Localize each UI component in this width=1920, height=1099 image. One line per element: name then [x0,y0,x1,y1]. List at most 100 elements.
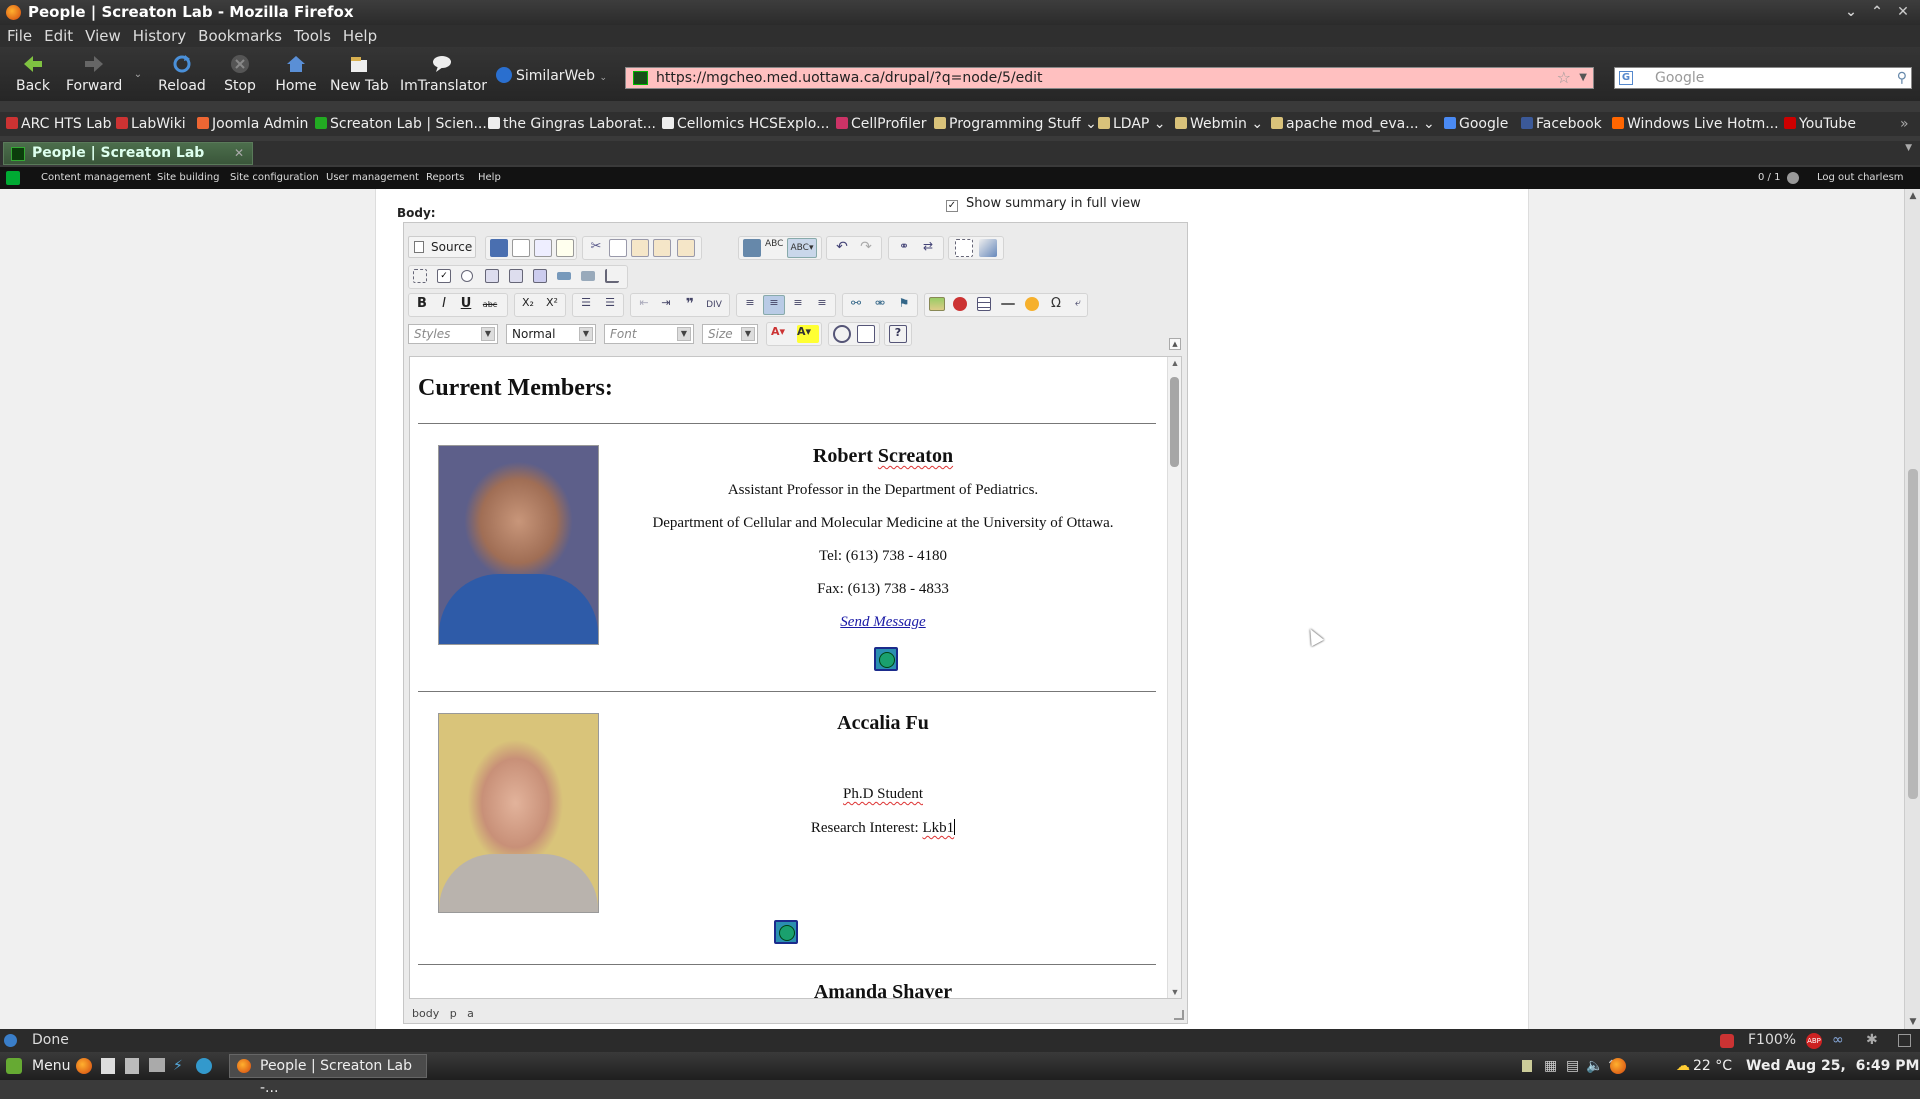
menu-tools[interactable]: Tools [289,25,336,47]
checkbox-icon[interactable]: ✓ [437,269,451,283]
admin-site-configuration[interactable]: Site configuration [230,167,319,189]
page-scrollbar-thumb[interactable] [1908,469,1918,799]
find-icon[interactable]: ⚭ [895,239,913,257]
addon-icon[interactable] [1720,1034,1734,1048]
background-color-icon[interactable]: A▾ [797,325,819,343]
menu-history[interactable]: History [128,25,191,47]
underline-icon[interactable]: U [457,296,475,314]
back-to-top-icon[interactable] [774,920,798,944]
site-identity-icon[interactable] [633,71,648,85]
tab-people-screaton-lab[interactable]: People | Screaton Lab ✕ [3,142,253,165]
subscript-icon[interactable]: X₂ [519,296,537,314]
numbered-list-icon[interactable]: ☰ [577,296,595,314]
show-blocks-icon[interactable] [857,325,875,343]
clock[interactable]: Wed Aug 25, 6:49 PM [1746,1052,1919,1080]
logout-link[interactable]: Log out charlesm [1817,167,1904,189]
special-char-icon[interactable]: Ω [1047,296,1065,314]
print-icon[interactable] [743,239,761,257]
menu-file[interactable]: File [2,25,37,47]
unlink-icon[interactable]: ⚮ [871,296,889,314]
outdent-icon[interactable]: ⇤ [635,296,653,314]
smiley-icon[interactable] [1025,297,1039,311]
member-photo-robert-screaton[interactable] [438,445,599,645]
italic-icon[interactable]: I [435,296,453,314]
bookmark-cellomics[interactable]: Cellomics HCSExplo... [662,112,829,136]
back-to-top-icon[interactable] [874,647,898,671]
spellcheck-icon[interactable]: ABC [765,239,783,257]
page-break-icon[interactable]: ⤶ [1069,296,1087,314]
bookmark-folder-programming[interactable]: Programming Stuff ⌄ [934,112,1097,136]
undo-icon[interactable]: ↶ [833,239,851,257]
resize-handle[interactable] [1174,1010,1184,1020]
paste-text-icon[interactable] [653,239,671,257]
similarweb-button[interactable]: SimilarWeb ⌄ [496,67,608,113]
drupal-home-icon[interactable] [6,171,20,185]
lock-icon[interactable] [1522,1060,1532,1072]
reload-button[interactable]: Reload [157,51,207,97]
bookmark-windows-live[interactable]: Windows Live Hotm... [1612,112,1779,136]
admin-reports[interactable]: Reports [426,167,464,189]
spell-as-you-type-icon[interactable]: ABC▾ [787,238,817,258]
bookmark-facebook[interactable]: Facebook [1521,112,1602,136]
page-scrollbar[interactable]: ▲ ▼ [1904,189,1920,1029]
member-photo-accalia-fu[interactable] [438,713,599,913]
network-icon[interactable]: ▦ [1544,1052,1557,1080]
justify-icon[interactable]: ≡ [813,296,831,314]
remove-format-icon[interactable] [979,239,997,257]
text-editor-launcher-icon[interactable] [101,1058,115,1074]
menu-icon[interactable] [6,1058,22,1074]
settings-icon[interactable]: ✱ [1866,1029,1878,1052]
editor-scrollbar-thumb[interactable] [1170,377,1179,467]
url-dropdown-icon[interactable]: ▼ [1579,68,1587,88]
lightning-launcher-icon[interactable]: ⚡ [173,1052,183,1080]
anchor-icon[interactable]: ⚑ [895,296,913,314]
indent-icon[interactable]: ⇥ [657,296,675,314]
search-input[interactable]: G Google ⚲ [1614,67,1912,89]
flash-icon[interactable] [953,297,967,311]
image-icon[interactable] [929,297,945,311]
templates-icon[interactable] [556,239,574,257]
notes-launcher-icon[interactable] [125,1058,139,1074]
clipboard-tray-icon[interactable]: ▤ [1566,1052,1579,1080]
bookmark-folder-webmin[interactable]: Webmin ⌄ [1175,112,1263,136]
firefox-tray-icon[interactable] [1610,1058,1626,1074]
adblock-icon[interactable]: ABP [1806,1033,1822,1049]
size-dropdown[interactable]: Size ▼ [702,324,758,344]
superscript-icon[interactable]: X² [543,296,561,314]
font-dropdown[interactable]: Font ▼ [604,324,694,344]
show-summary-checkbox[interactable]: ✓ [946,200,958,212]
admin-content-management[interactable]: Content management [41,167,151,189]
bookmark-screaton-lab[interactable]: Screaton Lab | Scien... [315,112,487,136]
bookmark-labwiki[interactable]: LabWiki [116,112,186,136]
menu-view[interactable]: View [80,25,126,47]
menu-edit[interactable]: Edit [39,25,78,47]
paste-icon[interactable] [631,239,649,257]
radio-icon[interactable] [461,270,473,282]
save-icon[interactable] [490,239,508,257]
table-icon[interactable] [977,297,991,311]
horizontal-rule-icon[interactable] [1001,303,1015,305]
textarea-icon[interactable] [509,269,523,283]
scroll-up-icon[interactable]: ▲ [1905,191,1920,201]
send-message-link[interactable]: Send Message [840,614,925,630]
source-button[interactable]: Source [408,236,476,258]
new-tab-button[interactable]: New Tab [330,51,389,97]
styles-dropdown[interactable]: Styles ▼ [408,324,498,344]
infinity-icon[interactable]: ∞ [1832,1029,1844,1052]
bookmark-cellprofiler[interactable]: CellProfiler [836,112,926,136]
bookmark-joomla-admin[interactable]: Joomla Admin [197,112,308,136]
bookmark-arc-hts-lab[interactable]: ARC HTS Lab [6,112,112,136]
address-bar[interactable]: https://mgcheo.med.uottawa.ca/drupal/?q=… [625,67,1594,89]
terminal-launcher-icon[interactable] [149,1058,165,1072]
close-icon[interactable]: ✕ [1890,0,1916,25]
zoom-level[interactable]: F100% [1748,1029,1796,1052]
bookmark-google[interactable]: Google [1444,112,1508,136]
select-all-icon[interactable] [955,239,973,257]
window-icon[interactable] [1898,1034,1911,1047]
minimize-icon[interactable]: ⌄ [1838,0,1864,25]
admin-user-management[interactable]: User management [326,167,419,189]
bookmarks-overflow-icon[interactable]: » [1900,112,1909,136]
bookmark-gingras-lab[interactable]: the Gingras Laborat... [488,112,656,136]
div-container-icon[interactable]: DIV [705,296,723,314]
back-button[interactable]: Back [14,51,52,97]
